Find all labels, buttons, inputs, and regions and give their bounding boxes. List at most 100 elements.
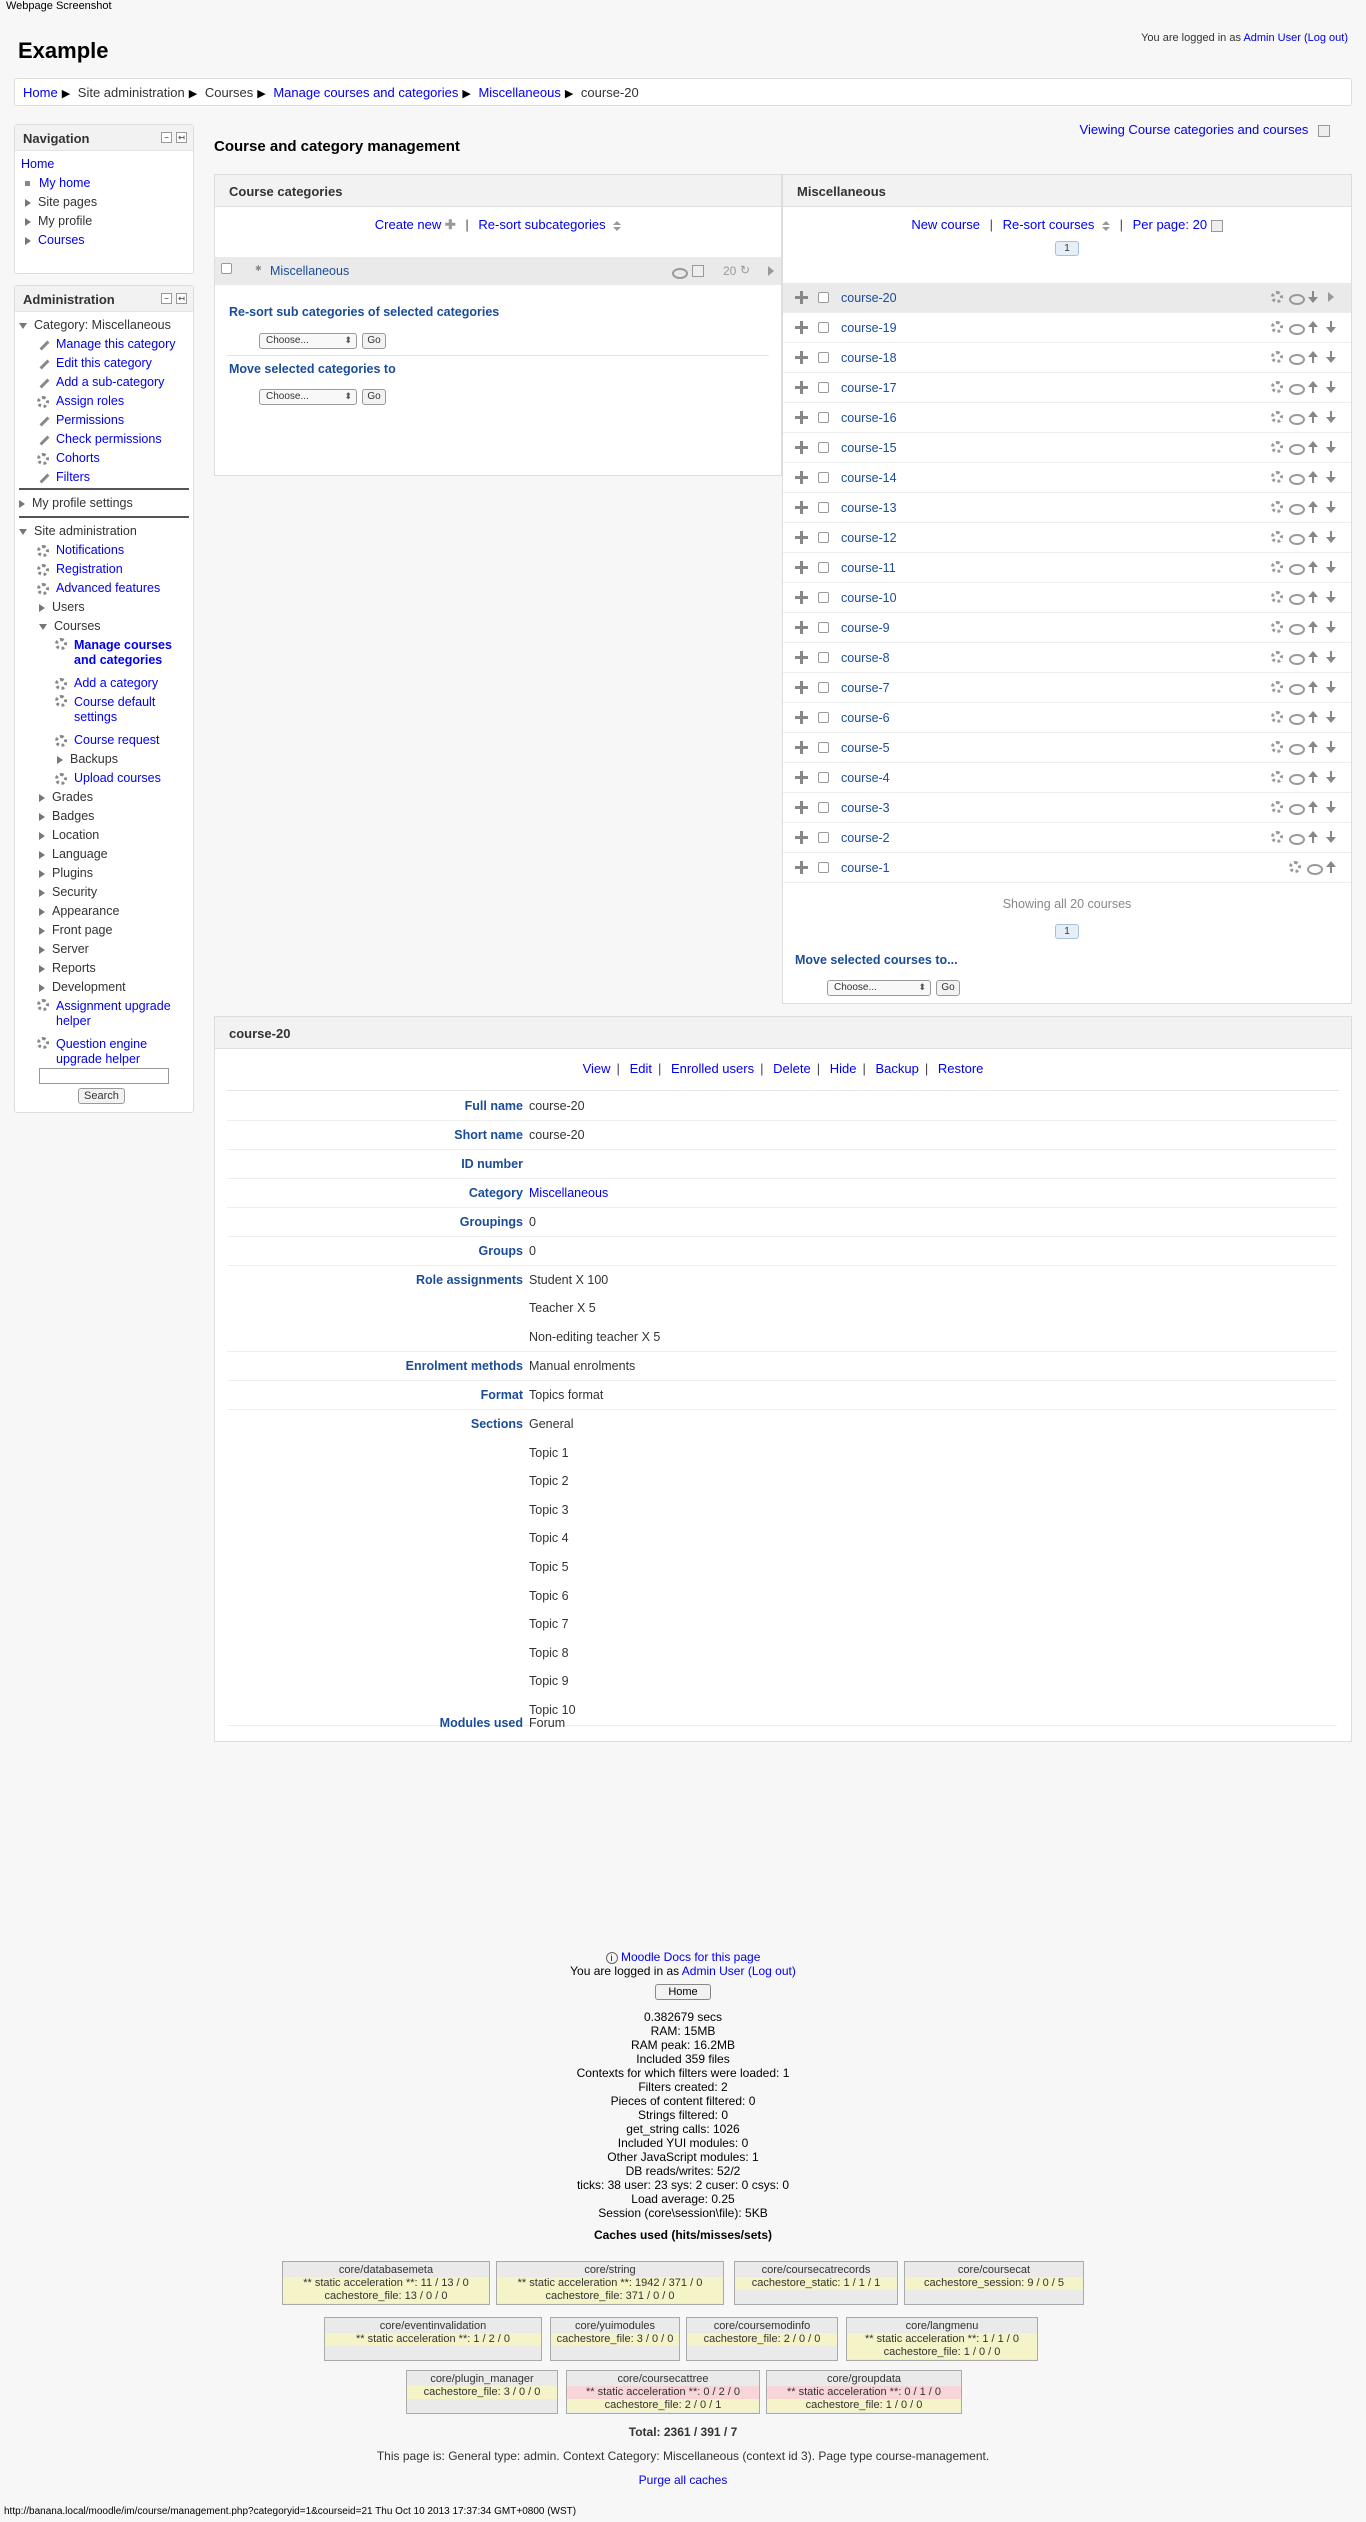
course-name[interactable]: course-18 [841, 351, 897, 365]
course-name[interactable]: course-16 [841, 411, 897, 425]
admin-site-administration[interactable]: Site administration [34, 524, 137, 538]
drag-move-icon[interactable] [795, 501, 808, 514]
gear-icon[interactable] [1271, 741, 1283, 753]
admin-server[interactable]: Server [52, 942, 89, 956]
admin-manage-courses[interactable]: Manage courses and categories [74, 636, 184, 674]
nav-home[interactable]: Home [21, 157, 54, 171]
purge-caches-link[interactable]: Purge all caches [0, 2473, 1366, 2487]
gear-icon[interactable] [1271, 561, 1283, 573]
admin-language[interactable]: Language [52, 847, 108, 861]
course-name[interactable]: course-6 [841, 711, 890, 725]
move-up-icon[interactable] [1307, 381, 1319, 393]
drag-move-icon[interactable] [795, 711, 808, 724]
collapse-icon[interactable] [19, 322, 27, 329]
course-row[interactable]: course-15 [783, 433, 1351, 463]
admin-edit-category[interactable]: Edit this category [56, 356, 152, 370]
eye-icon[interactable] [1289, 411, 1305, 425]
nav-courses[interactable]: Courses [38, 233, 85, 247]
drag-move-icon[interactable] [795, 651, 808, 664]
expand-icon[interactable] [39, 603, 45, 612]
gear-icon[interactable] [1271, 291, 1283, 303]
move-down-icon[interactable] [1325, 681, 1337, 693]
logout-link[interactable]: (Log out) [1304, 32, 1348, 44]
expand-icon[interactable] [39, 888, 45, 897]
admin-add-category[interactable]: Add a category [74, 676, 158, 690]
expand-icon[interactable] [39, 926, 45, 935]
course-row[interactable]: course-20 [783, 283, 1351, 313]
gear-icon[interactable] [1271, 711, 1283, 723]
move-down-icon[interactable] [1325, 621, 1337, 633]
course-checkbox[interactable] [818, 472, 829, 483]
refresh-icon[interactable]: ↻ [740, 263, 750, 277]
course-name[interactable]: course-3 [841, 801, 890, 815]
nav-my-home[interactable]: My home [39, 176, 90, 190]
course-name[interactable]: course-12 [841, 531, 897, 545]
move-down-icon[interactable] [1325, 711, 1337, 723]
category-value[interactable]: Miscellaneous [529, 1186, 608, 1200]
admin-development[interactable]: Development [52, 980, 126, 994]
move-block-icon[interactable]: ↤ [176, 293, 187, 304]
course-row[interactable]: course-11 [783, 553, 1351, 583]
dock-icon[interactable]: – [161, 293, 172, 304]
home-button[interactable]: Home [655, 1984, 711, 2000]
course-name[interactable]: course-11 [841, 561, 896, 575]
gear-icon[interactable] [1271, 621, 1283, 633]
move-up-icon[interactable] [1307, 321, 1319, 333]
move-up-icon[interactable] [1307, 681, 1319, 693]
admin-reports[interactable]: Reports [52, 961, 96, 975]
course-name[interactable]: course-17 [841, 381, 897, 395]
eye-icon[interactable] [1289, 621, 1305, 635]
admin-front-page[interactable]: Front page [52, 923, 112, 937]
move-up-icon[interactable] [1325, 861, 1337, 873]
drag-move-icon[interactable] [795, 531, 808, 544]
eye-icon[interactable] [1289, 711, 1305, 725]
move-up-icon[interactable] [1307, 711, 1319, 723]
view-link[interactable]: View [583, 1061, 611, 1076]
nav-my-profile[interactable]: My profile [38, 214, 92, 228]
gear-icon[interactable] [1271, 501, 1283, 513]
course-name[interactable]: course-1 [841, 861, 890, 875]
dock-icon[interactable]: – [161, 132, 172, 143]
restore-link[interactable]: Restore [938, 1061, 984, 1076]
eye-icon[interactable] [1289, 831, 1305, 845]
eye-icon[interactable] [1289, 321, 1305, 335]
course-row[interactable]: course-10 [783, 583, 1351, 613]
eye-icon[interactable] [1289, 291, 1305, 305]
admin-advanced-features[interactable]: Advanced features [56, 581, 160, 595]
expand-icon[interactable] [39, 831, 45, 840]
course-name[interactable]: course-4 [841, 771, 890, 785]
collapse-icon[interactable] [19, 528, 27, 535]
expand-icon[interactable] [39, 793, 45, 802]
expand-icon[interactable] [25, 217, 31, 226]
drag-move-icon[interactable] [795, 831, 808, 844]
move-down-icon[interactable] [1307, 291, 1319, 303]
course-checkbox[interactable] [818, 652, 829, 663]
drag-move-icon[interactable] [795, 801, 808, 814]
course-row[interactable]: course-7 [783, 673, 1351, 703]
eye-icon[interactable] [1289, 381, 1305, 395]
category-name[interactable]: Miscellaneous [270, 264, 349, 278]
drag-move-icon[interactable] [795, 591, 808, 604]
admin-upload-courses[interactable]: Upload courses [74, 771, 161, 785]
move-up-icon[interactable] [1307, 441, 1319, 453]
move-down-icon[interactable] [1325, 531, 1337, 543]
move-down-icon[interactable] [1325, 801, 1337, 813]
drag-move-icon[interactable] [795, 621, 808, 634]
admin-location[interactable]: Location [52, 828, 99, 842]
collapse-icon[interactable] [39, 623, 47, 630]
eye-icon[interactable] [1289, 591, 1305, 605]
course-row[interactable]: course-4 [783, 763, 1351, 793]
gear-icon[interactable] [1271, 531, 1283, 543]
per-page-icon[interactable] [1210, 219, 1223, 232]
chevron-right-icon[interactable] [1325, 291, 1337, 303]
expand-icon[interactable] [25, 236, 31, 245]
admin-security[interactable]: Security [52, 885, 97, 899]
expand-icon[interactable] [57, 755, 63, 764]
gear-icon[interactable] [1289, 861, 1301, 873]
gear-icon[interactable] [1271, 651, 1283, 663]
course-checkbox[interactable] [818, 352, 829, 363]
move-courses-go-button[interactable]: Go [936, 980, 960, 996]
move-down-icon[interactable] [1325, 501, 1337, 513]
course-checkbox[interactable] [818, 382, 829, 393]
gear-icon[interactable] [1271, 351, 1283, 363]
